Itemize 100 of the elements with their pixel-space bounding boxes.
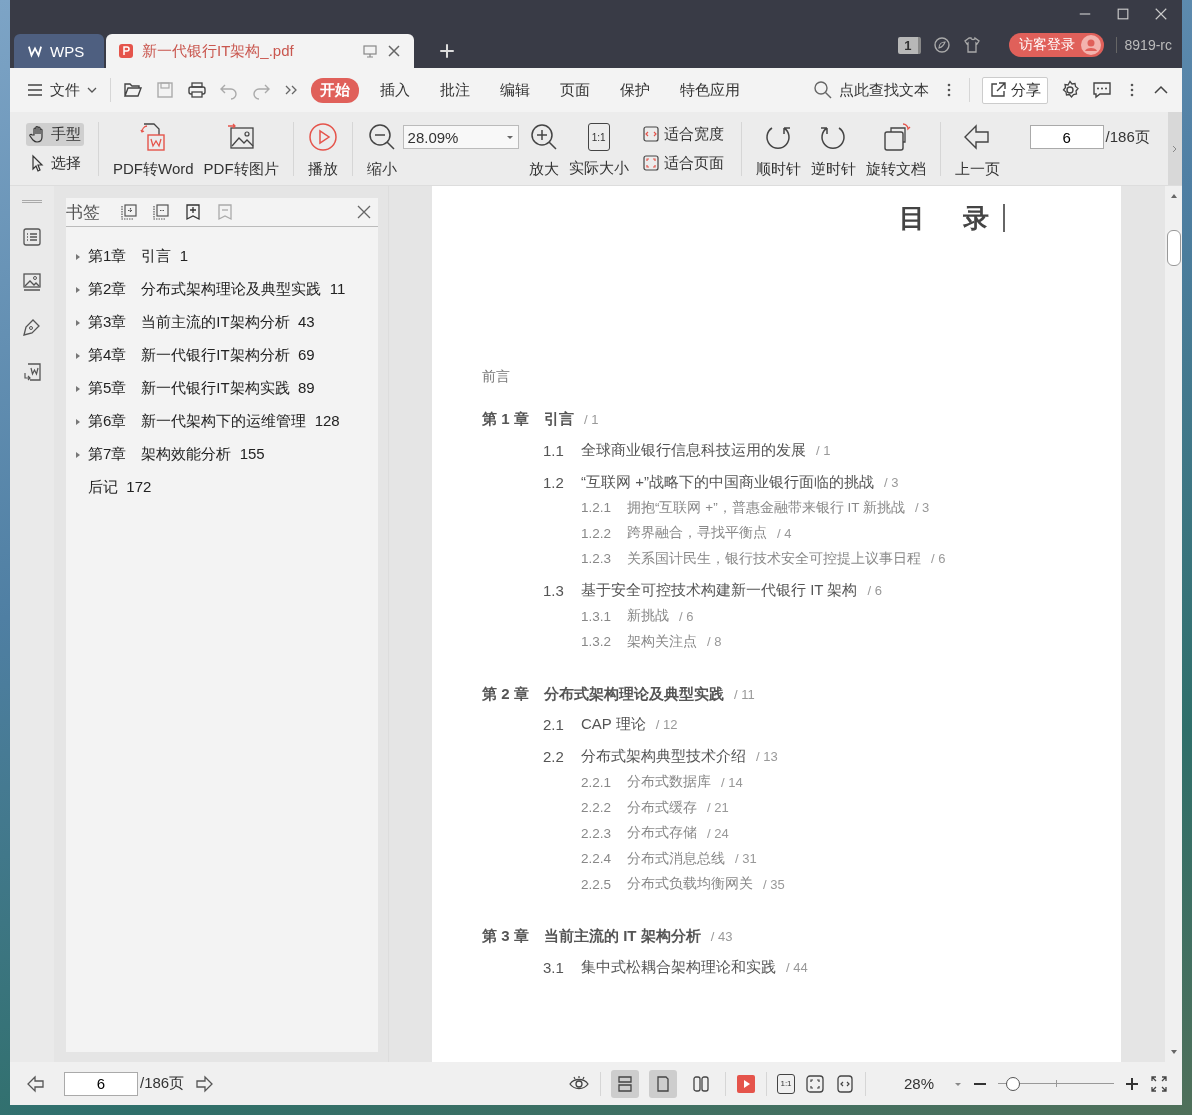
- subsection-number: 1.3.1: [581, 608, 613, 624]
- page-reference: / 14: [721, 774, 743, 790]
- w-logo-icon: [28, 44, 42, 58]
- tab[interactable]: 新一代银行IT架构_.pdf: [106, 34, 414, 68]
- image-icon[interactable]: [21, 271, 43, 293]
- subsection-title: 分布式负载均衡网关: [627, 875, 753, 894]
- slider-thumb[interactable]: [1006, 1076, 1021, 1091]
- bookmark-item[interactable]: 第4章 新一代银行IT架构分析 69: [88, 346, 315, 365]
- next-page-icon[interactable]: [194, 1073, 215, 1094]
- fit-page-icon[interactable]: [805, 1073, 825, 1094]
- expand-arrow-icon[interactable]: [74, 318, 82, 327]
- page-number-field[interactable]: 6: [1029, 125, 1104, 149]
- menu-icon: [26, 81, 44, 99]
- folder-icon[interactable]: [123, 80, 143, 100]
- rotate-counterclockwise-button[interactable]: 逆时针: [810, 118, 856, 179]
- view-mode-button[interactable]: [611, 1069, 639, 1098]
- monitor-icon[interactable]: [362, 43, 378, 59]
- subsection-title: 分布式存储: [627, 824, 697, 843]
- page-number-field[interactable]: 6: [64, 1071, 138, 1096]
- subsection-title: 新挑战: [627, 607, 669, 626]
- actual-size-icon[interactable]: 1:1: [777, 1073, 795, 1094]
- menu-tab[interactable]: 开始: [311, 77, 359, 103]
- menu-tab[interactable]: 编辑: [491, 77, 539, 103]
- expand-arrow-icon[interactable]: [74, 417, 82, 426]
- play-icon[interactable]: [736, 1073, 756, 1094]
- bookmark-item[interactable]: 第1章 引言 1: [88, 247, 189, 266]
- bookmark-item[interactable]: 第3章 当前主流的IT架构分析 43: [88, 313, 315, 332]
- bookmark-item[interactable]: 第6章 新一代架构下的运维管理 128: [88, 412, 340, 431]
- previous-page-icon[interactable]: [26, 1073, 46, 1094]
- chapter-title: 当前主流的 IT 架构分析: [544, 927, 701, 946]
- menu-tab[interactable]: 插入: [371, 77, 419, 103]
- hand-tool-button[interactable]: 手型: [26, 122, 84, 146]
- outline-list-icon[interactable]: [21, 226, 43, 248]
- pdf-to-image-button[interactable]: PDF转图片: [203, 118, 279, 179]
- section-title: 集中式松耦合架构理论和实践: [581, 957, 776, 977]
- add-bookmark-icon[interactable]: [184, 203, 202, 221]
- tab[interactable]: WPS: [14, 34, 104, 68]
- fit-page-button[interactable]: 适合页面: [638, 151, 727, 175]
- new-tab-icon[interactable]: [438, 42, 456, 60]
- scrollbar[interactable]: [1165, 186, 1182, 1062]
- play-button[interactable]: 播放: [307, 118, 338, 179]
- expand-arrow-icon[interactable]: [74, 384, 82, 393]
- close-icon[interactable]: [356, 204, 372, 220]
- zoom-out-button[interactable]: 缩小: [366, 118, 397, 179]
- expand-arrow-icon[interactable]: [74, 351, 82, 360]
- zoom-in-icon[interactable]: [1124, 1075, 1140, 1092]
- file-menu[interactable]: 文件: [26, 80, 98, 100]
- comment-icon[interactable]: [1092, 80, 1112, 100]
- fullscreen-icon[interactable]: [1150, 1074, 1168, 1093]
- shirt-icon[interactable]: [962, 36, 981, 54]
- menu-tab[interactable]: 保护: [611, 77, 659, 103]
- fit-width-icon[interactable]: [835, 1073, 855, 1094]
- section-title: CAP 理论: [581, 715, 646, 734]
- expand-arrow-icon[interactable]: [74, 285, 82, 294]
- zoom-dropdown[interactable]: 28%: [876, 1075, 962, 1092]
- expand-arrow-icon[interactable]: [74, 450, 82, 459]
- maximize-icon[interactable]: [1116, 7, 1130, 21]
- bookmark-item[interactable]: 第5章 新一代银行IT架构实践 89: [88, 379, 315, 398]
- expand-arrow-icon[interactable]: [74, 252, 82, 261]
- menu-tab[interactable]: 批注: [431, 77, 479, 103]
- subsection-number: 2.2.3: [581, 825, 613, 841]
- scroll-up-icon[interactable]: [1169, 192, 1178, 200]
- rotate-clockwise-button[interactable]: 顺时针: [755, 118, 801, 179]
- zoom-out-icon: [366, 122, 397, 152]
- rotate-document-button[interactable]: 旋转文档: [865, 118, 926, 179]
- zoom-dropdown[interactable]: 28.09%: [402, 125, 519, 149]
- actual-size-button[interactable]: 1:1 实际大小: [568, 119, 629, 178]
- zoom-in-button[interactable]: 放大: [528, 118, 559, 179]
- print-icon[interactable]: [187, 80, 207, 100]
- bookmark-item[interactable]: 第7章 架构效能分析 155: [88, 445, 265, 464]
- scrollbar-thumb[interactable]: [1166, 230, 1181, 266]
- page-reference: / 6: [867, 583, 882, 598]
- previous-page-button[interactable]: 上一页: [954, 118, 1000, 179]
- subsection-number: 2.2.1: [581, 774, 613, 790]
- document-w-icon[interactable]: [21, 361, 43, 383]
- page-reference: / 4: [777, 525, 792, 541]
- page-reference: / 3: [914, 500, 930, 516]
- settings-icon[interactable]: [1060, 80, 1080, 100]
- section-number: 3.1: [543, 958, 565, 976]
- view-mode-button[interactable]: [649, 1069, 677, 1098]
- menu-tab[interactable]: 页面: [551, 77, 599, 103]
- login-button[interactable]: 访客登录: [1008, 33, 1104, 57]
- pdf-to-word-button[interactable]: PDF转Word: [113, 118, 194, 179]
- find-text-button[interactable]: 点此查找文本: [813, 80, 929, 100]
- bookmark-item[interactable]: 后记 172: [88, 478, 152, 497]
- section-number: 2.2: [543, 748, 565, 765]
- window-count-badge[interactable]: 1: [898, 36, 921, 54]
- collapse-all-icon[interactable]: [152, 203, 170, 221]
- fit-width-button[interactable]: 适合宽度: [638, 122, 727, 146]
- subsection-title: 架构关注点: [627, 632, 697, 651]
- select-tool-button[interactable]: 选择: [26, 151, 84, 175]
- page-reference: / 6: [931, 551, 946, 567]
- bookmark-item[interactable]: 第2章 分布式架构理论及典型实践 11: [88, 280, 346, 299]
- expand-all-icon[interactable]: [120, 203, 138, 221]
- scroll-down-icon[interactable]: [1169, 1048, 1178, 1056]
- leaf-circle-icon[interactable]: [932, 36, 951, 54]
- share-button[interactable]: 分享: [982, 76, 1048, 104]
- section-title: 全球商业银行信息科技运用的发展: [581, 440, 806, 460]
- menu-tab[interactable]: 特色应用: [671, 77, 749, 103]
- close-icon[interactable]: [386, 43, 402, 59]
